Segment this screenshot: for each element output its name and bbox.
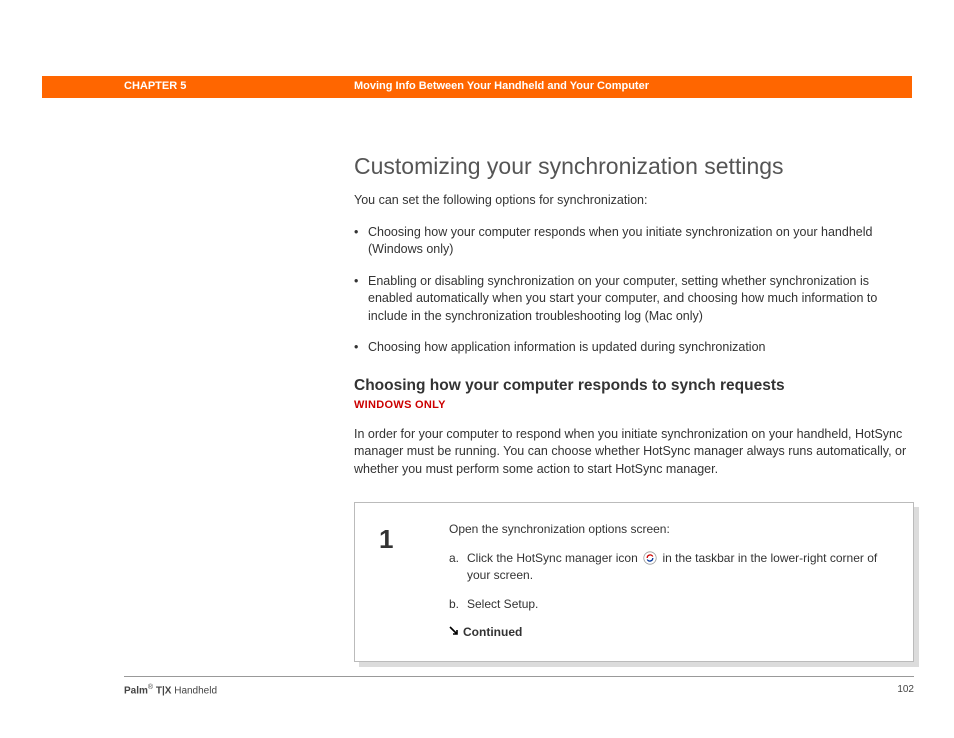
page-number: 102 xyxy=(897,683,914,698)
substep-text: Click the HotSync manager icon in the ta… xyxy=(467,550,889,584)
substep-letter: a. xyxy=(449,550,467,584)
page-footer: Palm® T|X Handheld 102 xyxy=(124,676,914,698)
step-number: 1 xyxy=(379,521,449,641)
substep-a-before: Click the HotSync manager icon xyxy=(467,551,638,565)
step-lead: Open the synchronization options screen: xyxy=(449,521,889,538)
product-name: Palm® T|X Handheld xyxy=(124,683,217,698)
chapter-title: Moving Info Between Your Handheld and Yo… xyxy=(272,79,912,94)
page-title: Customizing your synchronization setting… xyxy=(354,150,914,182)
substep-b: b. Select Setup. xyxy=(449,596,889,613)
chapter-header: CHAPTER 5 Moving Info Between Your Handh… xyxy=(42,76,912,98)
continued-label: Continued xyxy=(463,624,522,641)
options-list: Choosing how your computer responds when… xyxy=(354,224,914,357)
substep-a: a. Click the HotSync manager icon in the… xyxy=(449,550,889,584)
bullet-item: Choosing how your computer responds when… xyxy=(354,224,914,259)
chapter-label: CHAPTER 5 xyxy=(42,79,272,94)
substep-text: Select Setup. xyxy=(467,596,538,613)
step-card: 1 Open the synchronization options scree… xyxy=(354,502,914,662)
section-body: In order for your computer to respond wh… xyxy=(354,426,914,479)
intro-text: You can set the following options for sy… xyxy=(354,192,914,210)
substep-letter: b. xyxy=(449,596,467,613)
platform-tag: WINDOWS ONLY xyxy=(354,398,914,413)
step-body: Open the synchronization options screen:… xyxy=(449,521,889,641)
continued-indicator: Continued xyxy=(449,624,889,641)
hotsync-icon xyxy=(643,551,657,565)
section-heading: Choosing how your computer responds to s… xyxy=(354,375,914,397)
page-content: Customizing your synchronization setting… xyxy=(354,150,914,662)
arrow-down-right-icon xyxy=(449,624,459,641)
bullet-item: Choosing how application information is … xyxy=(354,339,914,357)
bullet-item: Enabling or disabling synchronization on… xyxy=(354,273,914,326)
